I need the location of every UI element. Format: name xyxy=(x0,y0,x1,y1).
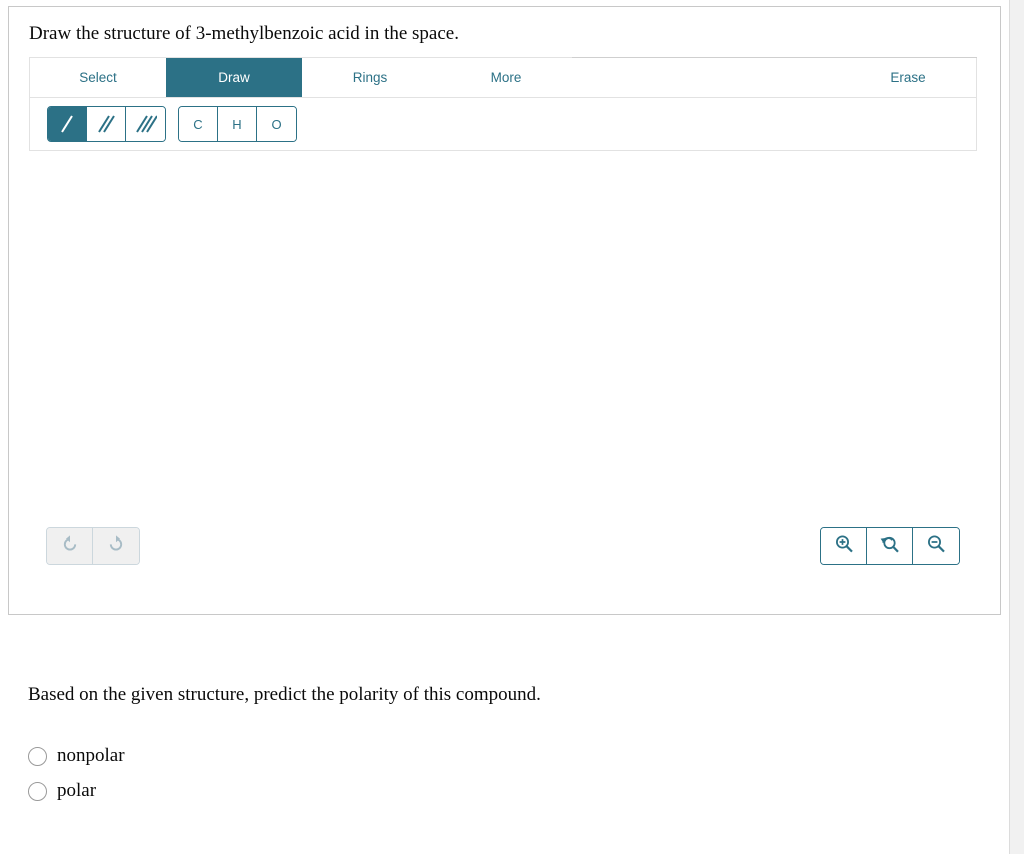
triple-bond-button[interactable] xyxy=(126,107,165,141)
radio-option-polar[interactable]: polar xyxy=(28,780,96,802)
radio-label-polar: polar xyxy=(57,780,97,801)
molecule-editor: Select Draw Rings More Erase C H O xyxy=(29,57,977,594)
zoom-out-icon xyxy=(925,533,947,560)
tab-select[interactable]: Select xyxy=(30,58,166,97)
undo-button[interactable] xyxy=(47,528,93,564)
single-bond-icon xyxy=(57,113,77,135)
radio-button-nonpolar[interactable] xyxy=(28,746,47,766)
tab-more[interactable]: More xyxy=(438,58,574,97)
history-button-group xyxy=(46,527,140,565)
radio-option-nonpolar[interactable]: nonpolar xyxy=(28,745,125,767)
tab-draw[interactable]: Draw xyxy=(166,58,302,97)
double-bond-button[interactable] xyxy=(87,107,126,141)
radio-button-polar[interactable] xyxy=(28,781,47,801)
zoom-reset-icon xyxy=(879,533,901,560)
zoom-in-icon xyxy=(833,533,855,560)
zoom-button-group xyxy=(820,527,960,565)
triple-bond-icon xyxy=(135,113,157,135)
tab-rings[interactable]: Rings xyxy=(302,58,438,97)
structure-drawing-card: Draw the structure of 3-methylbenzoic ac… xyxy=(8,6,1001,615)
atom-tool-group: C H O xyxy=(178,106,297,142)
single-bond-button[interactable] xyxy=(48,107,87,141)
page-content: Draw the structure of 3-methylbenzoic ac… xyxy=(0,0,1009,854)
page-title: Draw the structure of 3-methylbenzoic ac… xyxy=(29,23,459,44)
zoom-in-button[interactable] xyxy=(821,528,867,564)
zoom-reset-button[interactable] xyxy=(867,528,913,564)
polarity-question-text: Based on the given structure, predict th… xyxy=(28,684,541,705)
drawing-canvas[interactable] xyxy=(29,151,977,593)
atom-button-carbon[interactable]: C xyxy=(179,107,218,141)
redo-icon xyxy=(106,534,126,559)
zoom-out-button[interactable] xyxy=(913,528,959,564)
page-scrollbar[interactable] xyxy=(1009,0,1024,854)
double-bond-icon xyxy=(96,113,116,135)
undo-icon xyxy=(60,534,80,559)
editor-tool-row: C H O xyxy=(29,98,977,151)
atom-button-oxygen[interactable]: O xyxy=(257,107,296,141)
redo-button[interactable] xyxy=(93,528,139,564)
radio-label-nonpolar: nonpolar xyxy=(57,745,125,766)
atom-button-hydrogen[interactable]: H xyxy=(218,107,257,141)
bond-tool-group xyxy=(47,106,166,142)
erase-button[interactable]: Erase xyxy=(840,58,976,97)
editor-tab-strip: Select Draw Rings More Erase xyxy=(29,57,977,98)
